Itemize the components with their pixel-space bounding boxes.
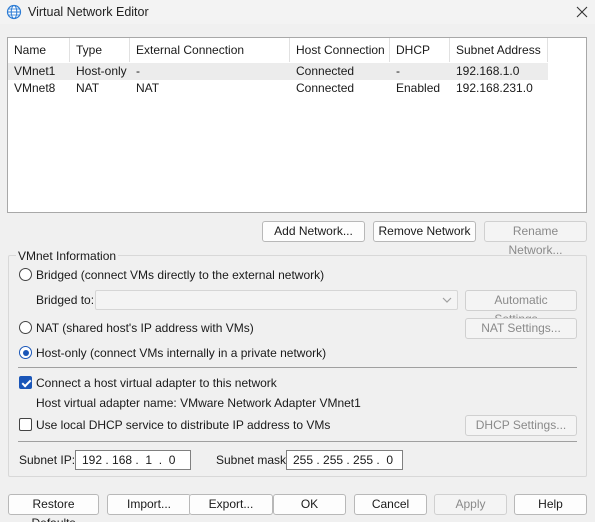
table-cell: Connected xyxy=(296,81,355,95)
window-title: Virtual Network Editor xyxy=(28,5,149,19)
cancel-button[interactable]: Cancel xyxy=(354,494,427,515)
subnet-mask-input[interactable]: 255 . 255 . 255 . 0 xyxy=(286,450,403,470)
table-cell: - xyxy=(136,64,140,78)
dhcp-label[interactable]: Use local DHCP service to distribute IP … xyxy=(36,418,330,432)
export-button[interactable]: Export... xyxy=(189,494,273,515)
nat-settings-button[interactable]: NAT Settings... xyxy=(465,318,577,339)
divider xyxy=(18,441,577,442)
table-cell[interactable]: VMnet8 xyxy=(8,80,55,97)
table-cell: Enabled xyxy=(396,81,441,95)
rename-network-button[interactable]: Rename Network... xyxy=(484,221,587,257)
close-button[interactable] xyxy=(572,2,592,22)
host-only-radio[interactable] xyxy=(19,346,32,359)
subnet-ip-input[interactable]: 192 . 168 . 1 . 0 xyxy=(75,450,191,470)
subnet-ip-label: Subnet IP: xyxy=(19,453,76,467)
chevron-down-icon xyxy=(442,297,452,303)
dhcp-settings-button[interactable]: DHCP Settings... xyxy=(465,415,577,436)
group-legend: VMnet Information xyxy=(16,249,119,263)
host-only-label[interactable]: Host-only (connect VMs internally in a p… xyxy=(36,346,326,360)
table-cell: NAT xyxy=(136,81,160,95)
column-header-host-connection[interactable]: Host Connection xyxy=(290,38,390,62)
table-cell: NAT xyxy=(76,81,100,95)
table-cell: 192.168.1.0 xyxy=(456,64,520,78)
ok-button[interactable]: OK xyxy=(273,494,346,515)
nat-radio[interactable] xyxy=(19,321,32,334)
remove-network-button[interactable]: Remove Network xyxy=(373,221,476,242)
adapter-name-text: Host virtual adapter name: VMware Networ… xyxy=(36,396,361,410)
apply-button[interactable]: Apply xyxy=(434,494,507,515)
nat-label[interactable]: NAT (shared host's IP address with VMs) xyxy=(36,321,254,335)
column-header-subnet-address[interactable]: Subnet Address xyxy=(450,38,548,62)
table-cell: - xyxy=(396,64,400,78)
divider xyxy=(18,367,577,368)
subnet-mask-label: Subnet mask: xyxy=(216,453,290,467)
table-cell: VMnet1 xyxy=(14,64,56,78)
import-button[interactable]: Import... xyxy=(107,494,191,515)
connect-adapter-checkbox[interactable] xyxy=(19,376,32,389)
column-header-external-connection[interactable]: External Connection xyxy=(130,38,290,62)
bridged-radio[interactable] xyxy=(19,268,32,281)
restore-defaults-button[interactable]: Restore Defaults xyxy=(8,494,99,522)
dhcp-checkbox[interactable] xyxy=(19,418,32,431)
connect-adapter-label[interactable]: Connect a host virtual adapter to this n… xyxy=(36,376,277,390)
help-button[interactable]: Help xyxy=(514,494,587,515)
table-cell: Connected xyxy=(296,64,355,78)
table-cell: 192.168.231.0 xyxy=(456,81,533,95)
globe-network-icon xyxy=(6,4,22,20)
table-cell: Host-only xyxy=(76,64,127,78)
bridged-label[interactable]: Bridged (connect VMs directly to the ext… xyxy=(36,268,324,282)
network-list[interactable]: Name Type External Connection Host Conne… xyxy=(7,37,587,213)
add-network-button[interactable]: Add Network... xyxy=(262,221,365,242)
close-icon xyxy=(576,6,588,18)
bridged-to-dropdown[interactable] xyxy=(95,290,458,310)
vmnet-information-group xyxy=(8,255,587,477)
column-header-dhcp[interactable]: DHCP xyxy=(390,38,450,62)
column-header-type[interactable]: Type xyxy=(70,38,130,62)
bridged-to-label: Bridged to: xyxy=(36,293,95,307)
column-header-name[interactable]: Name xyxy=(8,38,70,62)
automatic-settings-button[interactable]: Automatic Settings... xyxy=(465,290,577,326)
